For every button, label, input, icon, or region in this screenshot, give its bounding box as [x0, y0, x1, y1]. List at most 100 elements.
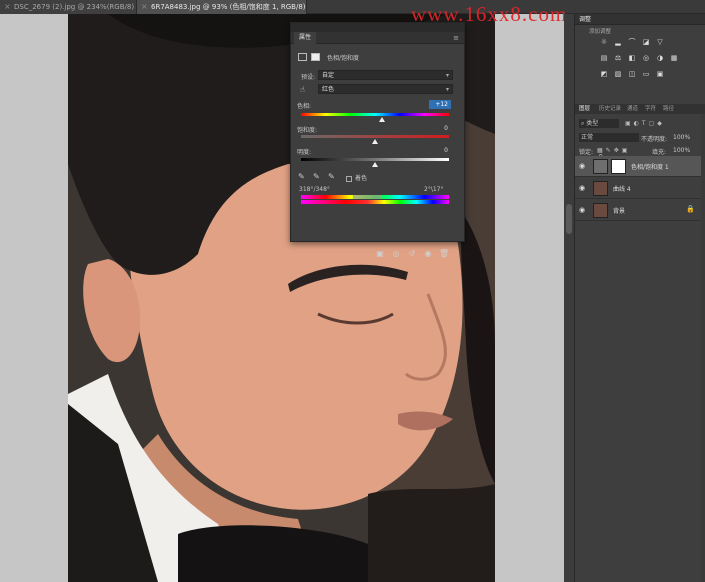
eyedropper-plus-icon[interactable]: ✎	[313, 173, 321, 181]
eye-icon[interactable]: ◉	[579, 206, 585, 214]
blend-mode-select[interactable]: 正常	[579, 133, 639, 142]
menu-icon[interactable]: ≡	[453, 34, 459, 42]
layer-filter-select[interactable]: ⌕ 类型	[579, 119, 619, 128]
layer-name: 曲线 4	[613, 186, 631, 193]
adjustments-title: 调整	[579, 16, 592, 23]
adjustment-title: 色相/饱和度	[327, 55, 360, 62]
chevron-down-icon: ▾	[445, 72, 449, 79]
tab-paths[interactable]: 路径	[663, 104, 674, 114]
preset-select[interactable]: 自定 ▾	[318, 70, 453, 80]
invert-icon[interactable]: ◩	[599, 70, 609, 79]
layer-row[interactable]: ◉ 色相/饱和度 1	[575, 156, 701, 177]
hue-value[interactable]: +12	[429, 100, 451, 109]
lightness-slider-track[interactable]	[301, 158, 449, 161]
posterize-icon[interactable]: ▨	[613, 70, 623, 79]
scrollbar-thumb[interactable]	[566, 204, 572, 234]
range-selector[interactable]	[353, 195, 381, 199]
layer-filter-icons[interactable]: ▣◐T▢◆	[625, 120, 695, 127]
hue-label: 色相:	[297, 103, 312, 110]
saturation-value[interactable]: 0	[429, 124, 451, 133]
lightness-slider-knob[interactable]	[372, 162, 378, 167]
reset-icon[interactable]: ↺	[407, 249, 417, 259]
curves-icon[interactable]: ⌒	[627, 38, 637, 47]
brightness-icon[interactable]: ☼	[599, 38, 609, 47]
layer-thumb	[593, 203, 608, 218]
blend-mode-value: 正常	[581, 134, 594, 141]
range-right-text: 2°\17°	[424, 186, 444, 193]
lock-icon: 🔒	[686, 205, 695, 213]
tab-channels[interactable]: 通道	[627, 104, 638, 114]
mask-icon[interactable]	[311, 53, 320, 61]
colorize-label: 着色	[355, 175, 368, 182]
chevron-down-icon: ▾	[445, 86, 449, 93]
adjustment-icon[interactable]	[298, 53, 307, 61]
selective-color-icon[interactable]: ▣	[655, 70, 665, 79]
threshold-icon[interactable]: ◫	[627, 70, 637, 79]
exposure-icon[interactable]: ◪	[641, 38, 651, 47]
document-tab-label: DSC_2679 (2).jpg @ 234%(RGB/8)	[14, 3, 135, 11]
range-left-text: 318°/348°	[299, 186, 330, 193]
photo-filter-icon[interactable]: ◎	[641, 54, 651, 63]
adjustments-subtitle: 添加调整	[589, 29, 612, 35]
document-tab-1[interactable]: × DSC_2679 (2).jpg @ 234%(RGB/8)	[0, 0, 137, 14]
gradient-map-icon[interactable]: ▭	[641, 70, 651, 79]
eye-icon[interactable]: ◉	[579, 162, 585, 170]
search-icon: ⌕	[581, 120, 585, 127]
layer-mask-thumb[interactable]	[611, 159, 626, 174]
layers-scrollbar[interactable]	[701, 114, 705, 582]
close-icon[interactable]: ×	[4, 0, 11, 14]
fill-label: 填充:	[652, 149, 667, 156]
color-lookup-icon[interactable]: ▦	[669, 54, 679, 63]
vibrance-icon[interactable]: ▽	[655, 38, 665, 47]
levels-icon[interactable]: ▂	[613, 38, 623, 47]
preset-value: 自定	[322, 72, 335, 79]
lightness-label: 明度:	[297, 149, 312, 156]
channel-select[interactable]: 红色 ▾	[318, 84, 453, 94]
black-white-icon[interactable]: ◧	[627, 54, 637, 63]
delete-icon[interactable]: 🗑	[439, 249, 449, 259]
opacity-value[interactable]: 100%	[673, 134, 698, 141]
channel-mixer-icon[interactable]: ◑	[655, 54, 665, 63]
properties-tab[interactable]: 属性	[294, 32, 317, 44]
saturation-slider-track[interactable]	[301, 135, 449, 138]
layer-row[interactable]: ◉ 曲线 4	[575, 178, 701, 199]
fill-value[interactable]: 100%	[673, 147, 698, 154]
saturation-label: 饱和度:	[297, 127, 318, 134]
hue-saturation-icon[interactable]: ▤	[599, 54, 609, 63]
document-tabs: × DSC_2679 (2).jpg @ 234%(RGB/8) × 6R7A8…	[0, 0, 705, 25]
lock-label: 锁定:	[579, 149, 594, 156]
tab-character[interactable]: 字符	[645, 104, 656, 114]
checkbox-box[interactable]	[346, 175, 352, 182]
document-tab-2[interactable]: × 6R7A8483.jpg @ 93% (色相/饱和度 1, RGB/8) *	[137, 0, 307, 25]
hue-slider-track[interactable]	[301, 113, 449, 116]
adjustment-layer-thumb	[593, 159, 608, 174]
close-icon[interactable]: ×	[141, 0, 148, 14]
opacity-label: 不透明度:	[641, 136, 668, 143]
eyedropper-icon[interactable]: ✎	[298, 173, 306, 181]
color-balance-icon[interactable]: ⚖	[613, 54, 623, 63]
hue-slider-knob[interactable]	[379, 117, 386, 122]
adjustments-header[interactable]: 调整	[575, 14, 705, 25]
layer-thumb	[593, 181, 608, 196]
properties-panel: 属性 ≡ 色相/饱和度 预设: 自定 ▾ ☝ 红色 ▾ 色相: +12 饱和度:…	[290, 22, 465, 258]
eye-icon[interactable]: ◉	[579, 184, 585, 192]
color-range-bar-bottom[interactable]	[301, 200, 449, 204]
tab-layers[interactable]: 图层	[579, 104, 590, 114]
tab-history[interactable]: 历史记录	[599, 104, 621, 114]
eyedropper-minus-icon[interactable]: ✎	[328, 173, 336, 181]
channel-value: 红色	[322, 86, 335, 93]
saturation-slider-knob[interactable]	[372, 139, 378, 144]
clip-to-layer-icon[interactable]: ▣	[375, 249, 385, 259]
hand-icon[interactable]: ☝	[300, 85, 312, 94]
right-dock: 调整 添加调整 ☼ ▂ ⌒ ◪ ▽ ▤ ⚖ ◧ ◎ ◑ ▦ ◩ ▨ ◫ ▭ ▣ …	[574, 14, 705, 582]
lightness-value[interactable]: 0	[429, 146, 451, 155]
visibility-icon[interactable]: ◉	[423, 249, 433, 259]
layer-filter-label: 类型	[586, 120, 599, 127]
layer-name: 色相/饱和度 1	[631, 164, 669, 171]
panel-titlebar[interactable]	[291, 23, 464, 32]
colorize-checkbox[interactable]: 着色	[346, 173, 406, 182]
layer-row[interactable]: ◉ 背景 🔒	[575, 200, 701, 221]
photoshop-window: × DSC_2679 (2).jpg @ 234%(RGB/8) × 6R7A8…	[0, 0, 705, 582]
view-previous-icon[interactable]: ◎	[391, 249, 401, 259]
vertical-scrollbar[interactable]	[564, 14, 574, 582]
